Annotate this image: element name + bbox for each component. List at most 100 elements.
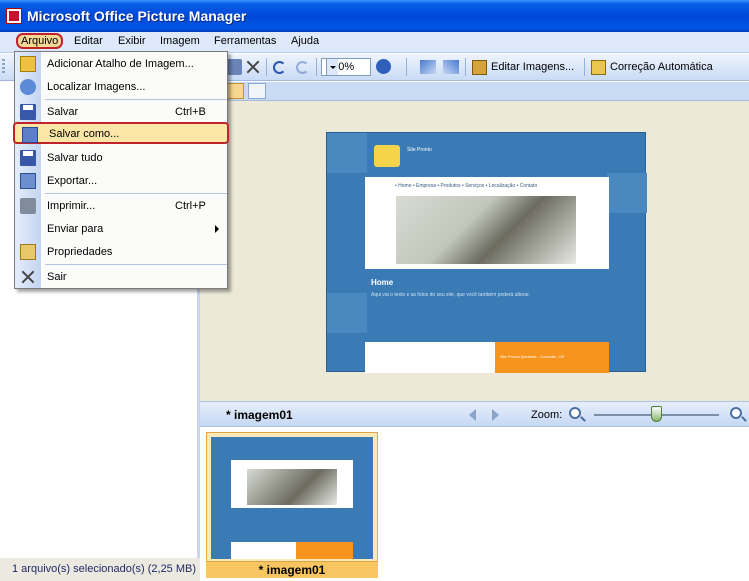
- menu-ajuda[interactable]: Ajuda: [291, 35, 319, 47]
- menu-item-print[interactable]: Imprimir... Ctrl+P: [15, 195, 227, 217]
- menu-item-properties[interactable]: Propriedades: [15, 241, 227, 263]
- thumbnail-image: [211, 437, 373, 559]
- zoom-select[interactable]: 100%: [321, 58, 371, 76]
- menu-item-save-as[interactable]: Salvar como...: [13, 122, 229, 144]
- menu-editar[interactable]: Editar: [74, 35, 103, 47]
- auto-correct-label: Correção Automática: [610, 61, 713, 73]
- save-all-icon: [20, 150, 36, 166]
- site-brand: Site Pronto: [407, 147, 432, 153]
- delete-icon[interactable]: [245, 59, 261, 75]
- next-image-icon[interactable]: [492, 409, 499, 421]
- menu-item-shortcut: Ctrl+P: [175, 200, 206, 212]
- menu-item-save[interactable]: Salvar Ctrl+B: [15, 101, 227, 123]
- site-nav-links: • Home • Empresa • Produtos • Serviços •…: [395, 183, 538, 189]
- site-background-tile: [327, 133, 367, 173]
- menu-item-label: Adicionar Atalho de Imagem...: [47, 58, 194, 70]
- status-bar: 1 arquivo(s) selecionado(s) (2,25 MB): [0, 558, 200, 581]
- printer-icon: [20, 198, 36, 214]
- rotate-right-icon[interactable]: [443, 60, 459, 74]
- redo-icon[interactable]: [296, 61, 309, 74]
- zoom-label: Zoom:: [531, 409, 563, 421]
- help-icon[interactable]: [376, 59, 391, 74]
- undo-icon[interactable]: [273, 61, 286, 74]
- toolbar-separator: [266, 58, 267, 76]
- save-icon: [20, 104, 36, 120]
- site-footer-text: Site Pronto Ipanema - Consulte - 09: [500, 354, 564, 359]
- site-body-text: Aqui vai o texto e as fotos do seu site,…: [371, 292, 530, 298]
- site-logo-icon: [374, 145, 400, 167]
- zoom-in-icon[interactable]: [730, 407, 742, 419]
- menu-separator: [45, 99, 227, 100]
- chevron-down-icon[interactable]: [326, 59, 338, 75]
- menu-item-send-to[interactable]: Enviar para: [15, 218, 227, 240]
- status-text: 1 arquivo(s) selecionado(s) (2,25 MB): [12, 563, 197, 575]
- paste-icon[interactable]: [226, 59, 242, 75]
- close-icon: [20, 269, 36, 285]
- find-images-icon: [20, 79, 36, 95]
- rotate-left-icon[interactable]: [420, 60, 436, 74]
- submenu-arrow-icon: [215, 225, 219, 233]
- menu-ferramentas[interactable]: Ferramentas: [214, 35, 276, 47]
- menu-item-shortcut: Ctrl+B: [175, 106, 206, 118]
- thumbnail-imagem01[interactable]: [206, 432, 378, 562]
- menu-item-export[interactable]: Exportar...: [15, 170, 227, 192]
- menu-item-exit[interactable]: Sair: [15, 266, 227, 288]
- site-footer-left: [365, 342, 495, 373]
- site-background-tile: [607, 173, 647, 213]
- toolbar-separator: [465, 58, 466, 76]
- menu-item-label: Localizar Imagens...: [47, 81, 146, 93]
- menu-bar: Arquivo Editar Exibir Imagem Ferramentas…: [0, 32, 749, 53]
- menu-item-label: Sair: [47, 271, 67, 283]
- menu-item-find-images[interactable]: Localizar Imagens...: [15, 76, 227, 98]
- auto-correct-icon: [591, 59, 606, 75]
- image-navigation-bar: * imagem01 Zoom:: [200, 401, 749, 427]
- toolbar-separator: [406, 58, 407, 76]
- menu-item-label: Salvar tudo: [47, 152, 103, 164]
- menu-imagem[interactable]: Imagem: [160, 35, 200, 47]
- menu-item-label: Exportar...: [47, 175, 98, 187]
- menu-item-label: Propriedades: [47, 246, 113, 258]
- menu-arquivo[interactable]: Arquivo: [16, 33, 64, 49]
- zoom-out-icon[interactable]: [569, 407, 581, 419]
- toolbar-overflow-icon[interactable]: [722, 62, 730, 72]
- menu-item-label: Enviar para: [47, 223, 104, 235]
- toolbar-options-chevron-icon[interactable]: [393, 62, 401, 72]
- current-file-name: * imagem01: [226, 408, 293, 422]
- single-picture-view-icon[interactable]: [248, 83, 266, 99]
- preview-image[interactable]: Site Pronto • Home • Empresa • Produtos …: [326, 132, 647, 373]
- thumbnail-footer-right: [296, 542, 353, 559]
- picture-manager-app-icon: [6, 8, 22, 24]
- edit-images-label: Editar Imagens...: [491, 61, 575, 73]
- auto-correct-button[interactable]: Correção Automática: [591, 57, 713, 77]
- menu-item-label: Imprimir...: [47, 200, 96, 212]
- menu-item-label: Salvar como...: [49, 128, 120, 140]
- edit-images-button[interactable]: Editar Imagens...: [472, 57, 574, 77]
- site-background-tile: [327, 293, 367, 333]
- thumbnail-photo: [247, 469, 337, 505]
- thumbnail-label[interactable]: * imagem01: [206, 562, 378, 578]
- zoom-slider-thumb[interactable]: [651, 406, 662, 422]
- toolbar-separator: [316, 58, 317, 76]
- menu-item-add-shortcut[interactable]: Adicionar Atalho de Imagem...: [15, 53, 227, 75]
- view-toolbar: [200, 82, 749, 101]
- menu-separator: [45, 264, 227, 265]
- site-header-box: • Home • Empresa • Produtos • Serviços •…: [365, 177, 609, 269]
- previous-image-icon[interactable]: [469, 409, 476, 421]
- site-heading: Home: [371, 278, 394, 287]
- filmstrip-view-icon[interactable]: [226, 83, 244, 99]
- properties-icon: [20, 244, 36, 260]
- file-menu-dropdown: Adicionar Atalho de Imagem... Localizar …: [13, 51, 229, 289]
- edit-images-icon: [472, 59, 487, 75]
- window-title: Microsoft Office Picture Manager: [27, 8, 247, 24]
- menu-item-save-all[interactable]: Salvar tudo: [15, 147, 227, 169]
- site-footer-right: Site Pronto Ipanema - Consulte - 09: [495, 342, 609, 373]
- save-as-icon: [22, 127, 38, 143]
- menu-exibir[interactable]: Exibir: [118, 35, 146, 47]
- title-bar: Microsoft Office Picture Manager: [0, 0, 749, 32]
- menu-separator: [45, 193, 227, 194]
- export-icon: [20, 173, 36, 189]
- site-photo: [396, 196, 576, 264]
- toolbar-separator: [584, 58, 585, 76]
- toolbar-grip[interactable]: [2, 59, 5, 75]
- add-shortcut-icon: [20, 56, 36, 72]
